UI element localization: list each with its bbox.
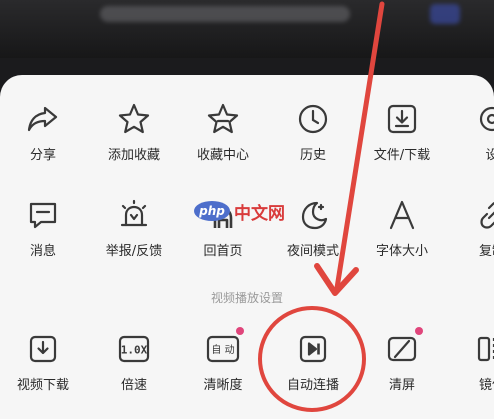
autoplay-icon: [296, 332, 330, 366]
clear-screen-button[interactable]: 清屏: [357, 327, 447, 394]
favorite-center-button[interactable]: 收藏中心: [178, 102, 268, 164]
video-download-button[interactable]: 视频下载: [0, 332, 88, 394]
copy-link-button[interactable]: 复制: [447, 198, 494, 260]
settings-button[interactable]: 设: [447, 102, 494, 164]
quality-icon-text: 自 动: [211, 343, 234, 356]
video-settings-section-title: 视频播放设置: [210, 291, 283, 305]
quality-icon: 自 动: [206, 327, 244, 366]
video-download-label: 视频下载: [16, 378, 69, 393]
font-size-button[interactable]: 字体大小: [357, 198, 447, 260]
night-mode-label: 夜间模式: [286, 244, 339, 259]
autoplay-button[interactable]: 自动连播: [268, 332, 358, 394]
video-download-icon: [26, 332, 60, 366]
speed-icon-text: 1.0X: [121, 344, 148, 357]
autoplay-label: 自动连播: [286, 378, 339, 393]
new-badge-dot: [236, 327, 244, 335]
messages-label: 消息: [29, 244, 56, 259]
mirror-icon: [475, 332, 494, 366]
download-box-icon: [385, 102, 419, 136]
add-favorite-button[interactable]: 添加收藏: [89, 102, 179, 164]
report-feedback-label: 举报/反馈: [105, 244, 163, 259]
mirror-label: 镜像: [478, 378, 494, 393]
clear-screen-icon: [385, 327, 423, 366]
resolution-label: 清晰度: [203, 378, 243, 393]
files-downloads-button[interactable]: 文件/下载: [357, 102, 447, 164]
star-icon: [117, 102, 151, 136]
messages-button[interactable]: 消息: [0, 198, 88, 260]
playback-speed-button[interactable]: 1.0X 倍速: [89, 332, 179, 394]
clock-icon: [296, 102, 330, 136]
history-button[interactable]: 历史: [268, 102, 358, 164]
history-label: 历史: [299, 148, 326, 163]
moon-icon: [296, 198, 330, 232]
alarm-icon: [117, 198, 151, 232]
star-badge-icon: [206, 102, 240, 136]
copy-link-label: 复制: [478, 244, 494, 259]
watermark-logo: php: [194, 201, 230, 221]
font-size-label: 字体大小: [375, 244, 428, 259]
favorite-center-label: 收藏中心: [196, 148, 249, 163]
clear-screen-label: 清屏: [388, 378, 415, 393]
blurred-title: [100, 6, 350, 22]
add-favorite-label: 添加收藏: [107, 148, 160, 163]
share-label: 分享: [29, 148, 56, 163]
site-watermark: php 中文网: [194, 196, 294, 226]
speed-icon: 1.0X: [117, 332, 151, 366]
playback-speed-label: 倍速: [120, 378, 147, 393]
font-a-icon: [385, 198, 419, 232]
link-icon: [475, 198, 494, 232]
new-badge-dot-2: [415, 327, 423, 335]
files-downloads-label: 文件/下载: [373, 148, 431, 163]
resolution-button[interactable]: 自 动 清晰度: [178, 327, 268, 394]
message-icon: [26, 198, 60, 232]
back-home-label: 回首页: [203, 244, 243, 259]
mirror-button[interactable]: 镜像: [447, 332, 494, 394]
report-feedback-button[interactable]: 举报/反馈: [89, 198, 179, 260]
watermark-text: 中文网: [234, 203, 285, 224]
settings-icon: [475, 102, 494, 136]
blurred-top-bar: [0, 0, 494, 58]
share-icon: [26, 102, 60, 136]
share-button[interactable]: 分享: [0, 102, 88, 164]
blurred-button: [430, 4, 460, 24]
settings-label: 设: [485, 148, 494, 163]
